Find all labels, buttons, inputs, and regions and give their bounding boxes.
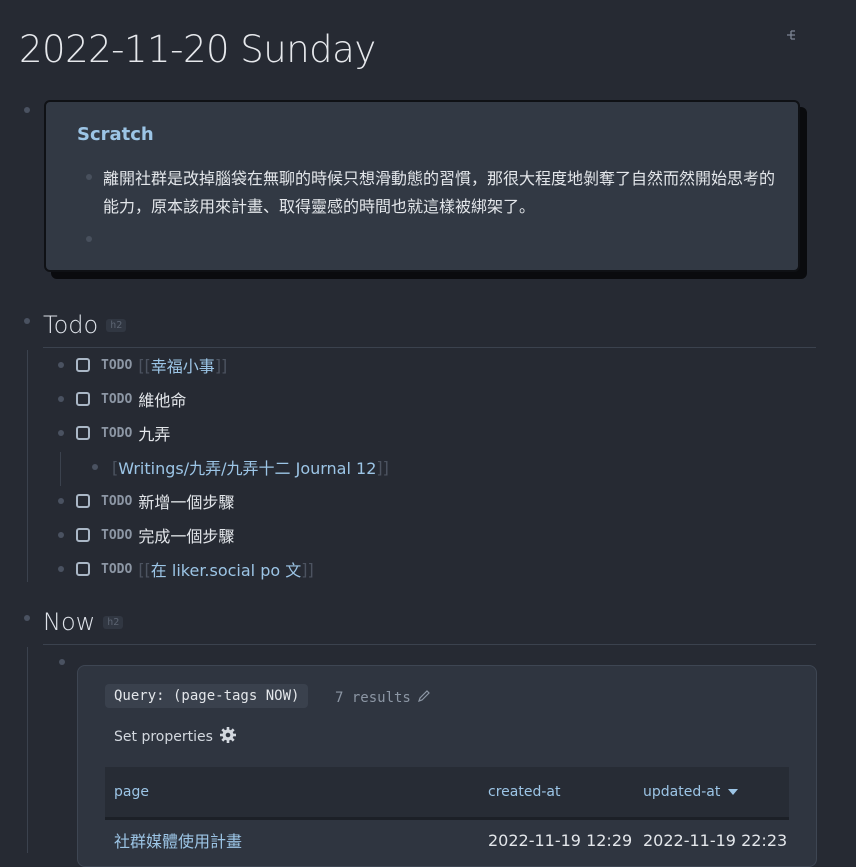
todo-item: TODO 維他命: [58, 384, 758, 414]
block-bullet[interactable]: [58, 566, 64, 572]
now-heading[interactable]: Now: [43, 608, 95, 636]
todo-marker: TODO: [101, 357, 133, 373]
block-bullet[interactable]: [92, 464, 98, 470]
todo-checkbox[interactable]: [76, 494, 90, 508]
callout-text[interactable]: 離開社群是改掉腦袋在無聊的時候只想滑動態的習慣，那很大程度地剝奪了自然而然開始思…: [103, 165, 775, 221]
table-cell-updated-at: 2022-11-19 22:23: [643, 830, 788, 850]
todo-marker: TODO: [101, 391, 133, 407]
todo-checkbox[interactable]: [76, 392, 90, 406]
todo-text[interactable]: 九弄: [138, 421, 170, 445]
children-guide-line: [27, 647, 28, 853]
todo-text[interactable]: 維他命: [138, 387, 186, 411]
page-link[interactable]: Writings/九弄/九弄十二 Journal 12: [118, 455, 376, 479]
todo-text[interactable]: 新增一個步驟: [138, 489, 234, 513]
divider: [43, 644, 816, 645]
block-bullet[interactable]: [86, 174, 92, 180]
gear-icon[interactable]: [219, 726, 237, 748]
todo-item: TODO 完成一個步驟: [58, 520, 758, 550]
query-expression[interactable]: Query: (page-tags NOW): [105, 684, 309, 708]
table-row: 社群媒體使用計畫 2022-11-19 12:29 2022-11-19 22:…: [105, 820, 789, 860]
column-header-label: updated-at: [643, 784, 721, 800]
link-bracket-open: [[: [138, 559, 151, 579]
results-count-text: 7 results: [335, 690, 411, 706]
graph-view-icon[interactable]: [783, 26, 801, 44]
todo-item: TODO [[ 幸福小事 ]]: [58, 350, 758, 380]
children-guide-line: [27, 350, 28, 582]
block-bullet[interactable]: [58, 362, 64, 368]
divider: [43, 347, 816, 348]
todo-item: TODO [[ 在 liker.social po 文 ]]: [58, 554, 758, 584]
todo-item: TODO 新增一個步驟: [58, 486, 758, 516]
child-block: [ Writings/九弄/九弄十二 Journal 12 ]]: [58, 452, 758, 486]
page-link[interactable]: 幸福小事: [151, 353, 215, 377]
children-guide-line: [60, 452, 61, 486]
todo-item: TODO 九弄: [58, 418, 758, 448]
set-properties-control[interactable]: Set properties: [114, 726, 237, 748]
page-link[interactable]: 在 liker.social po 文: [151, 557, 301, 581]
link-bracket-open: [[: [138, 355, 151, 375]
callout-title: Scratch: [77, 124, 154, 145]
edit-pencil-icon[interactable]: [417, 689, 431, 707]
column-header-created-at[interactable]: created-at: [488, 784, 643, 800]
column-header-page[interactable]: page: [105, 784, 488, 800]
block-bullet[interactable]: [86, 236, 92, 242]
column-header-updated-at[interactable]: updated-at: [643, 784, 739, 800]
link-bracket-close: ]]: [301, 559, 314, 579]
block-bullet[interactable]: [24, 615, 30, 621]
todo-heading[interactable]: Todo: [43, 311, 98, 339]
table-header: page created-at updated-at: [105, 767, 789, 817]
page-title: 2022-11-20 Sunday: [19, 28, 376, 71]
block-bullet[interactable]: [24, 107, 30, 113]
scratch-callout: Scratch 離開社群是改掉腦袋在無聊的時候只想滑動態的習慣，那很大程度地剝奪…: [44, 100, 800, 272]
now-heading-block: Now h2: [43, 608, 124, 636]
todo-marker: TODO: [101, 425, 133, 441]
link-bracket-close: ]]: [376, 457, 389, 477]
heading-level-tag: h2: [106, 318, 127, 332]
todo-checkbox[interactable]: [76, 426, 90, 440]
table-cell-created-at: 2022-11-19 12:29: [488, 830, 633, 850]
block-bullet[interactable]: [58, 396, 64, 402]
todo-heading-block: Todo h2: [43, 311, 127, 339]
todo-marker: TODO: [101, 527, 133, 543]
block-bullet[interactable]: [24, 318, 30, 324]
link-bracket-close: ]]: [214, 355, 228, 375]
todo-list: TODO [[ 幸福小事 ]] TODO 維他命 TODO 九弄 [ Writi…: [58, 350, 758, 584]
todo-checkbox[interactable]: [76, 358, 90, 372]
query-results-count: 7 results: [335, 689, 431, 707]
sort-desc-icon[interactable]: [728, 784, 739, 800]
table-cell-page[interactable]: 社群媒體使用計畫: [105, 828, 488, 852]
block-bullet[interactable]: [58, 532, 64, 538]
heading-level-tag: h2: [103, 615, 124, 629]
query-result-panel: Query: (page-tags NOW) 7 results Set pro…: [77, 665, 817, 867]
todo-text[interactable]: 完成一個步驟: [138, 523, 234, 547]
query-results-table: page created-at updated-at 社群媒體使用計畫 2022…: [105, 767, 789, 867]
block-bullet[interactable]: [58, 430, 64, 436]
block-bullet[interactable]: [59, 659, 65, 665]
set-properties-label: Set properties: [114, 729, 213, 745]
block-bullet[interactable]: [58, 498, 64, 504]
todo-checkbox[interactable]: [76, 562, 90, 576]
todo-marker: TODO: [101, 561, 133, 577]
todo-marker: TODO: [101, 493, 133, 509]
todo-checkbox[interactable]: [76, 528, 90, 542]
